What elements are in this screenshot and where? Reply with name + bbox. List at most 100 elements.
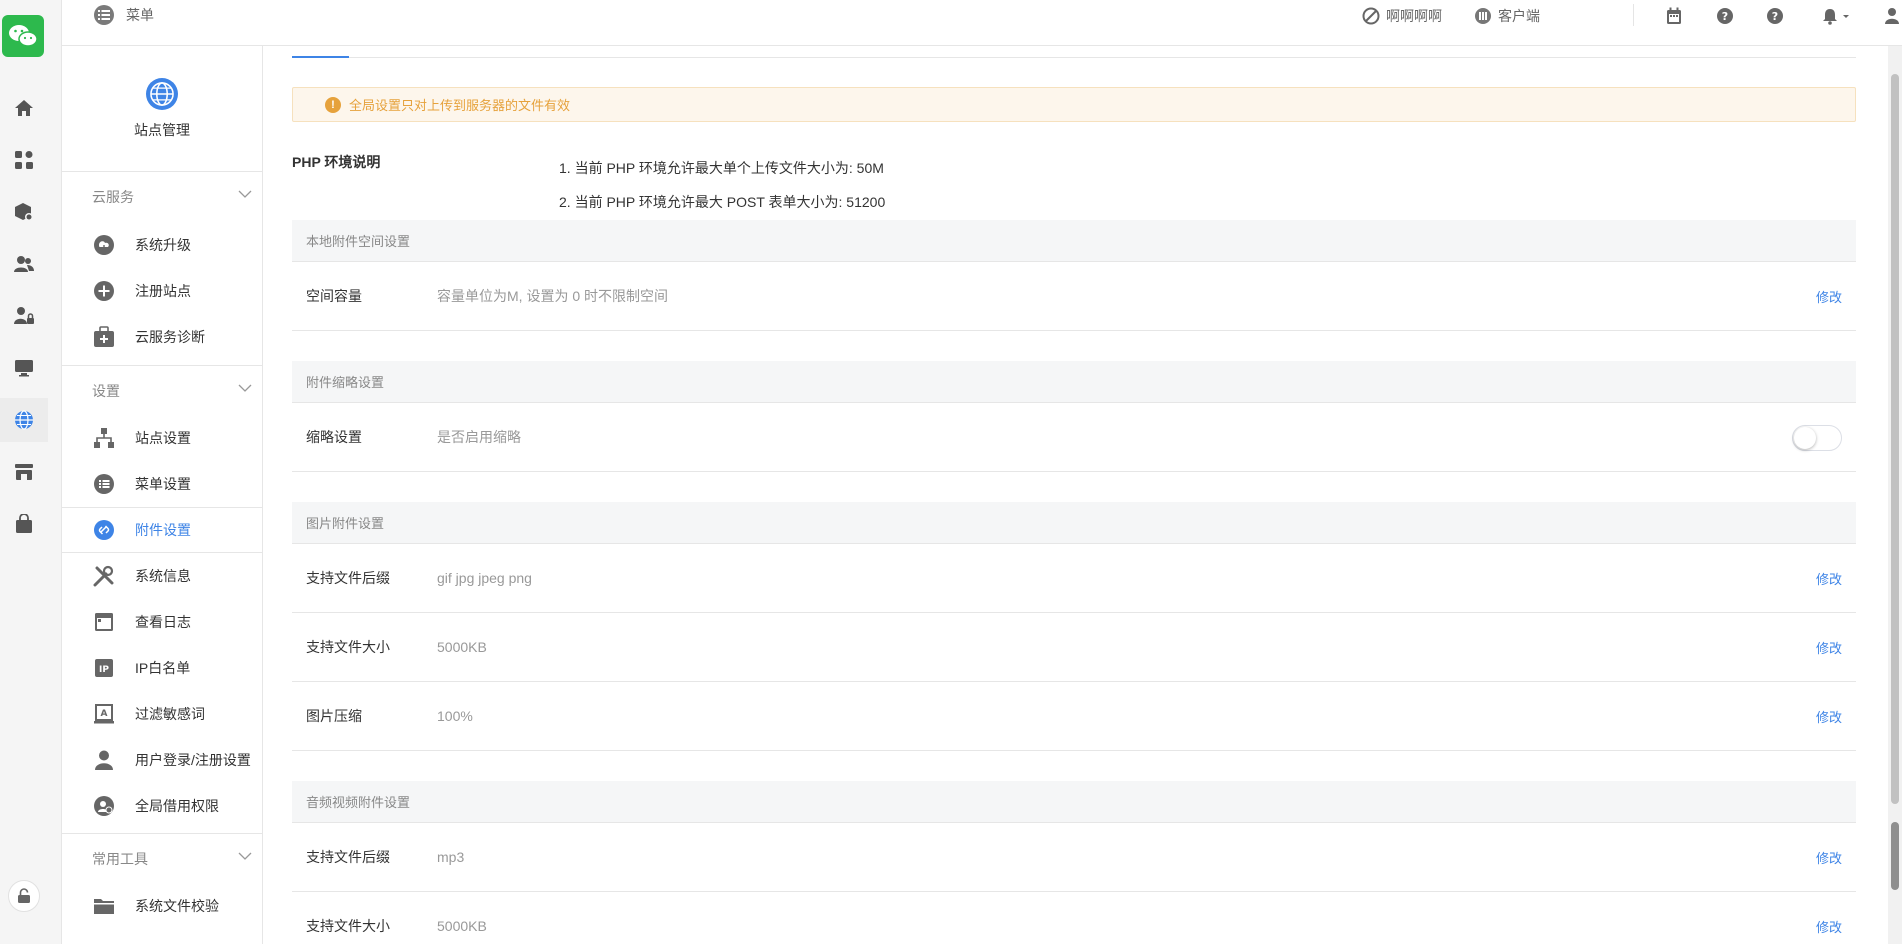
setting-value: mp3 [437, 849, 465, 865]
sidebar-item-file-verify[interactable]: 系统文件校验 [62, 883, 262, 929]
sidebar-item-label: 系统文件校验 [135, 898, 219, 914]
monitor-icon[interactable] [0, 346, 48, 390]
sidebar-item-filter-words[interactable]: A 过滤敏感词 [62, 691, 262, 737]
sidebar-group-cloud[interactable]: 云服务 [62, 172, 262, 222]
lock-icon[interactable] [8, 880, 40, 912]
sidebar-item-cloud-diagnosis[interactable]: 云服务诊断 [62, 314, 262, 360]
setting-value: 100% [437, 708, 473, 724]
users-icon[interactable] [0, 242, 48, 286]
svg-text:A: A [101, 709, 108, 719]
store-icon[interactable] [0, 450, 48, 494]
sidebar-item-label: 查看日志 [135, 614, 191, 630]
setting-row-thumbnail: 缩略设置 是否启用缩略 [292, 403, 1856, 472]
tab-bar [292, 46, 1856, 58]
thumbnail-toggle[interactable] [1792, 425, 1842, 451]
package-settings-icon[interactable] [0, 190, 48, 234]
help-icon[interactable]: ? [1716, 5, 1734, 27]
notification-bell-icon[interactable] [1822, 5, 1852, 27]
setting-label: 支持文件后缀 [306, 849, 390, 865]
filter-text-icon: A [93, 703, 115, 725]
scrollbar-thumb-secondary[interactable] [1891, 822, 1899, 890]
calendar-icon[interactable] [1666, 5, 1682, 27]
sidebar-group-label: 设置 [92, 382, 120, 399]
sidebar-item-global-permission[interactable]: 全局借用权限 [62, 783, 262, 829]
client-icon [1475, 8, 1491, 24]
setting-label: 支持文件后缀 [306, 570, 390, 586]
icon-rail [0, 0, 62, 944]
permission-icon [93, 795, 115, 817]
sidebar-item-site-settings[interactable]: 站点设置 [62, 415, 262, 461]
sidebar-item-label: 附件设置 [135, 522, 191, 538]
edit-link[interactable]: 修改 [1816, 287, 1842, 306]
sidebar-item-menu-settings[interactable]: 菜单设置 [62, 461, 262, 507]
setting-label: 缩略设置 [306, 429, 362, 445]
globe-icon[interactable] [0, 398, 48, 442]
section-media-attachment: 音频视频附件设置 [292, 781, 1856, 823]
home-icon[interactable] [0, 86, 48, 130]
tools-icon [93, 565, 115, 587]
sidebar-group-label: 常用工具 [92, 850, 148, 867]
edit-link[interactable]: 修改 [1816, 917, 1842, 936]
folder-icon [93, 895, 115, 917]
sidebar-item-label: 注册站点 [135, 283, 191, 299]
sidebar-item-label: 系统信息 [135, 568, 191, 584]
scrollbar-thumb[interactable] [1891, 74, 1899, 804]
setting-value: gif jpg jpeg png [437, 570, 532, 586]
user-lock-icon[interactable] [0, 294, 48, 338]
sidebar-group-label: 云服务 [92, 189, 134, 205]
ban-icon [1362, 7, 1380, 25]
sidebar-item-label: 菜单设置 [135, 476, 191, 492]
account-link[interactable]: 啊啊啊啊 [1362, 5, 1442, 27]
setting-value: 是否启用缩略 [437, 429, 521, 445]
user-icon [93, 749, 115, 771]
edit-link[interactable]: 修改 [1816, 848, 1842, 867]
sidebar-item-ip-whitelist[interactable]: IP IP白名单 [62, 645, 262, 691]
top-bar: 菜单 啊啊啊啊 客户端 ? ? [62, 0, 1902, 46]
sidebar-group-settings[interactable]: 设置 [62, 365, 262, 415]
edit-link[interactable]: 修改 [1816, 707, 1842, 726]
sidebar-item-label: 站点设置 [135, 430, 191, 446]
apps-icon[interactable] [0, 138, 48, 182]
globe-icon [146, 78, 178, 110]
svg-text:?: ? [1772, 10, 1778, 23]
sidebar-group-tools[interactable]: 常用工具 [62, 833, 262, 883]
svg-text:IP: IP [99, 665, 109, 675]
list-circle-icon [93, 473, 115, 495]
client-label: 客户端 [1498, 8, 1540, 24]
setting-value: 5000KB [437, 918, 487, 934]
topbar-divider [1633, 4, 1634, 26]
menu-label: 菜单 [126, 7, 154, 23]
edit-link[interactable]: 修改 [1816, 569, 1842, 588]
user-menu-icon[interactable] [1884, 5, 1902, 27]
shopping-bag-icon[interactable] [0, 502, 48, 546]
sitemap-icon [93, 427, 115, 449]
sidebar-item-label: 用户登录/注册设置 [135, 752, 251, 768]
php-line-post: 2. 当前 PHP 环境允许最大 POST 表单大小为: 51200 [559, 194, 886, 210]
chevron-down-icon [238, 852, 252, 860]
help-center-icon[interactable]: ? [1766, 5, 1784, 27]
menu-toggle-button[interactable]: 菜单 [94, 5, 154, 25]
edit-link[interactable]: 修改 [1816, 638, 1842, 657]
setting-label: 空间容量 [306, 288, 362, 304]
sidebar-item-register-site[interactable]: 注册站点 [62, 268, 262, 314]
vertical-scrollbar[interactable] [1888, 46, 1902, 944]
setting-row-space-capacity: 空间容量 容量单位为M, 设置为 0 时不限制空间 修改 [292, 262, 1856, 331]
client-link[interactable]: 客户端 [1474, 5, 1540, 27]
wechat-logo-icon[interactable] [2, 15, 44, 57]
plus-circle-icon [93, 280, 115, 302]
sidebar-item-view-logs[interactable]: 查看日志 [62, 599, 262, 645]
medical-kit-icon [93, 326, 115, 348]
sidebar-item-attachment-settings[interactable]: 附件设置 [62, 507, 262, 553]
list-icon [94, 5, 114, 25]
sidebar-item-login-register[interactable]: 用户登录/注册设置 [62, 737, 262, 783]
log-calendar-icon [93, 611, 115, 633]
section-thumbnail: 附件缩略设置 [292, 361, 1856, 403]
svg-text:?: ? [1722, 10, 1728, 23]
setting-row-media-extensions: 支持文件后缀 mp3 修改 [292, 823, 1856, 892]
sidebar-item-system-upgrade[interactable]: 系统升级 [62, 222, 262, 268]
account-label: 啊啊啊啊 [1386, 8, 1442, 24]
sidebar-item-label: 过滤敏感词 [135, 706, 205, 722]
sidebar-item-label: 全局借用权限 [135, 798, 219, 814]
sidebar-item-system-info[interactable]: 系统信息 [62, 553, 262, 599]
sidebar: 站点管理 云服务 系统升级 注册站点 云服务诊断 设置 站点设置 菜单设置 附件… [62, 46, 263, 944]
